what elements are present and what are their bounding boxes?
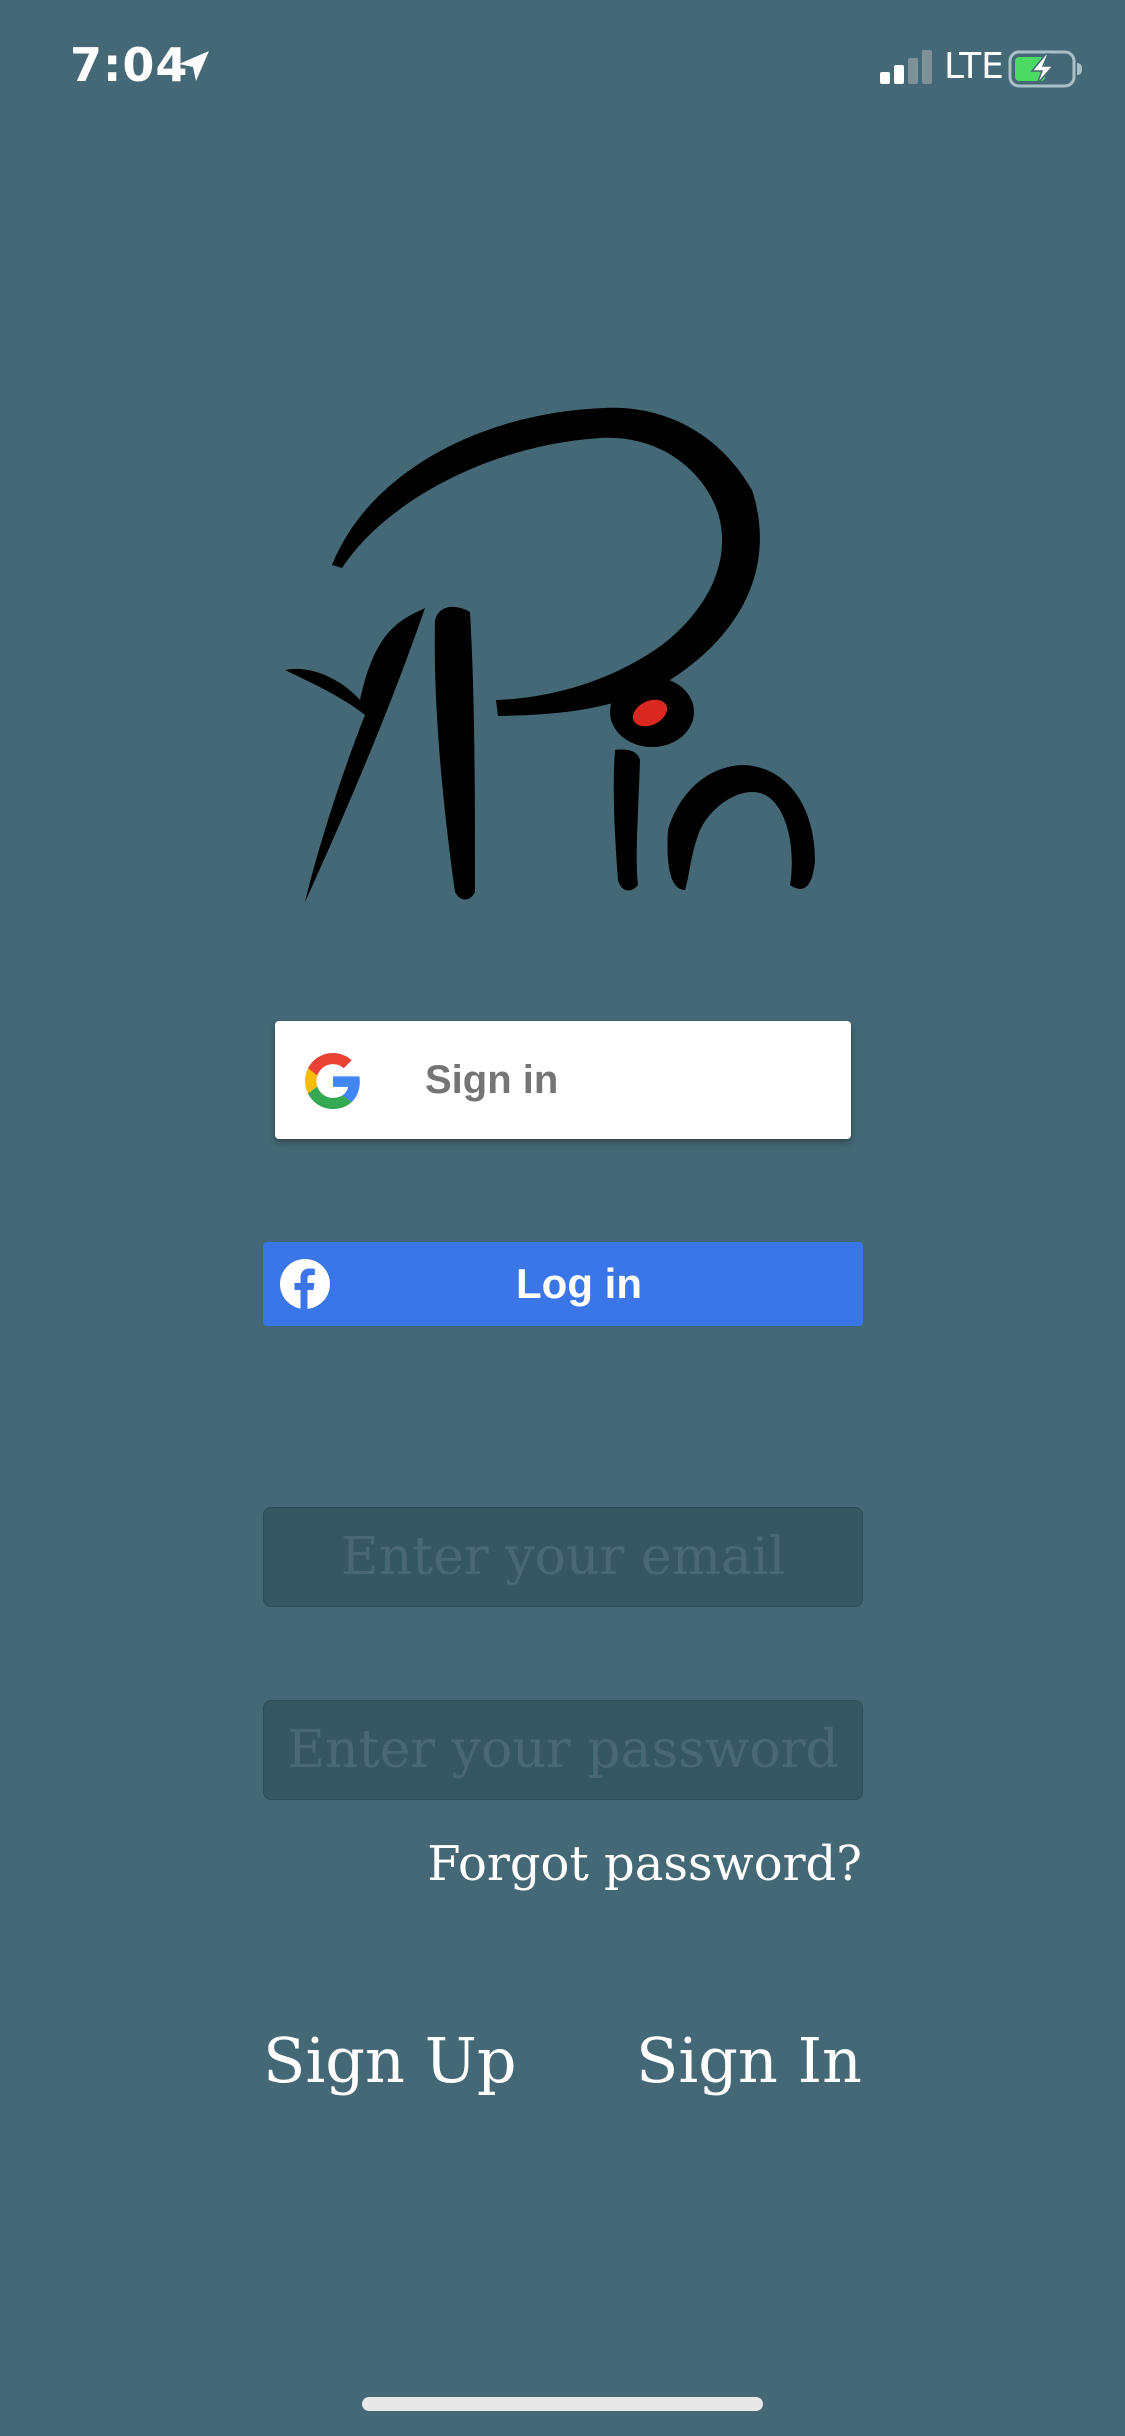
sign-in-link[interactable]: Sign In xyxy=(636,2024,862,2097)
sign-up-link[interactable]: Sign Up xyxy=(263,2024,517,2097)
status-time: 7:04 xyxy=(70,38,189,92)
google-sign-in-label: Sign in xyxy=(425,1058,559,1102)
battery-charging-icon xyxy=(1008,50,1082,88)
forgot-password-link[interactable]: Forgot password? xyxy=(427,1836,862,1892)
google-sign-in-button[interactable]: Sign in xyxy=(275,1021,851,1139)
ypin-logo xyxy=(285,407,815,902)
status-bar: 7:04 LTE xyxy=(0,0,1125,140)
facebook-login-label: Log in xyxy=(516,1260,642,1307)
email-input[interactable] xyxy=(263,1507,863,1607)
cellular-signal-icon xyxy=(880,50,932,84)
home-indicator xyxy=(362,2397,763,2411)
facebook-login-button[interactable]: Log in xyxy=(263,1242,863,1326)
network-type-label: LTE xyxy=(944,46,1004,87)
location-arrow-icon xyxy=(179,51,209,81)
password-input[interactable] xyxy=(263,1700,863,1800)
google-icon xyxy=(305,1053,360,1109)
